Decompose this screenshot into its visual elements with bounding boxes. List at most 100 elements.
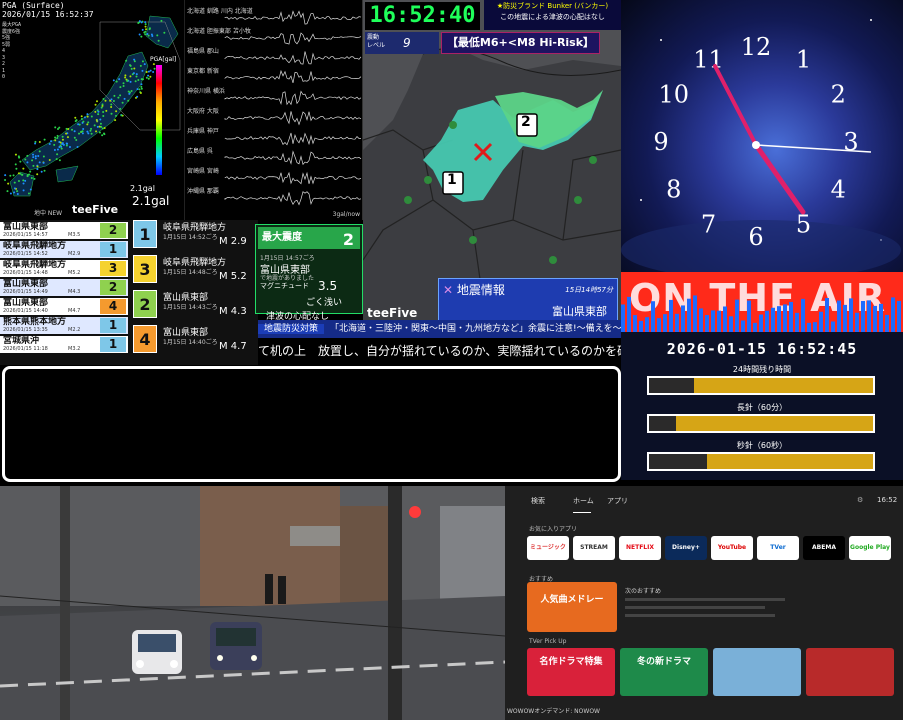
eq-bar bbox=[789, 301, 793, 332]
camera-scene bbox=[0, 486, 505, 720]
eq-bar bbox=[747, 300, 751, 332]
clock-numeral: 10 bbox=[658, 81, 689, 109]
analog-clock: 12 1234567891011 bbox=[621, 19, 901, 272]
quake-mag: M4.7 bbox=[68, 308, 81, 314]
app-tile[interactable]: NETFLIX bbox=[619, 536, 661, 560]
tv-nav-home[interactable]: ホーム bbox=[573, 496, 594, 506]
tver-tile-title: 冬の新ドラマ bbox=[636, 657, 691, 667]
eq-bar bbox=[729, 316, 733, 332]
risk-banner: 【最低M6+<M8 Hi-Risk】 bbox=[441, 32, 600, 54]
magnitude-label: マグニチュード bbox=[260, 282, 309, 290]
bunker-title: ★防災ブランド Bunker (バンカー) bbox=[496, 2, 609, 10]
eq-bar bbox=[807, 322, 811, 332]
app-tile[interactable]: STREAM bbox=[573, 536, 615, 560]
waveform-trace bbox=[224, 69, 362, 84]
app-tile[interactable]: Disney+ bbox=[665, 536, 707, 560]
app-tile[interactable]: TVer bbox=[757, 536, 799, 560]
detail-time: 1月15日 14:52ごろ bbox=[163, 234, 218, 241]
quake-list-panel: 富山県東部 2026/01/15 14:57 M3.5 2 岐阜県飛騨地方 2026/01… bbox=[0, 220, 258, 365]
quake-info-region: 富山県東部 bbox=[552, 305, 607, 318]
max-intensity-header: 最大震度 2 bbox=[258, 227, 360, 249]
desc-line bbox=[625, 606, 765, 609]
quake-info-date: 15日14時57分 bbox=[565, 286, 613, 294]
quake-mag: M3.2 bbox=[68, 346, 81, 352]
tver-tile[interactable]: 冬の新ドラマ bbox=[620, 648, 708, 696]
eq-bar bbox=[837, 300, 841, 332]
detail-badge: 4 bbox=[133, 325, 157, 353]
tv-nav-apps[interactable]: アプリ bbox=[607, 496, 628, 506]
gal-big: 2.1gal bbox=[132, 194, 170, 208]
quake-info-box: ✕ 地震情報 15日14時57分 富山県東部 bbox=[438, 278, 618, 322]
waveform-trace bbox=[224, 150, 362, 166]
tile-featured[interactable]: 人気曲メドレー bbox=[527, 582, 617, 632]
quake-list-row[interactable]: 富山県東部 2026/01/15 14:57 M3.5 2 bbox=[0, 222, 128, 239]
clock-numeral: 12 bbox=[741, 33, 772, 61]
eq-bar bbox=[825, 298, 829, 332]
clock-numeral: 5 bbox=[796, 210, 811, 238]
quake-list-row[interactable]: 岐阜県飛騨地方 2026/01/15 14:48 M5.2 3 bbox=[0, 260, 128, 277]
tv-time: 16:52 bbox=[877, 496, 898, 504]
quake-mag: M2.9 bbox=[68, 251, 81, 257]
desc-line bbox=[625, 598, 785, 601]
station-label: 北海道 胆振東部 苫小牧 bbox=[187, 28, 251, 35]
quake-list-row[interactable]: 富山県東部 2026/01/15 14:49 M4.3 2 bbox=[0, 279, 128, 296]
app-tile[interactable]: YouTube bbox=[711, 536, 753, 560]
waveform-trace bbox=[224, 191, 362, 206]
detail-badge: 1 bbox=[133, 220, 157, 248]
pga-color-scale bbox=[156, 65, 162, 175]
screen: PGA (Surface) 2026/01/15 16:52:37 最大PGA 震… bbox=[0, 0, 903, 720]
quake-list-row[interactable]: 熊本県熊本地方 2026/01/15 13:35 M2.2 1 bbox=[0, 317, 128, 334]
news-ticker: 地震防災対策 「北海道・三陸沖・関東〜中国・九州地方など」余震に注意!〜備えを〜 … bbox=[258, 320, 621, 363]
quake-list-row[interactable]: 宮城県沖 2026/01/15 11:18 M3.2 1 bbox=[0, 336, 128, 353]
quake-time: 2026/01/15 14:57 bbox=[3, 232, 48, 238]
eq-bar bbox=[765, 310, 769, 332]
app-tile[interactable]: ABEMA bbox=[803, 536, 845, 560]
station-label: 大阪府 大阪 bbox=[187, 108, 219, 115]
station-label: 北海道 釧路 川内 北海道 bbox=[187, 8, 253, 15]
quake-time: 2026/01/15 14:49 bbox=[3, 289, 48, 295]
detail-badge: 2 bbox=[133, 290, 157, 318]
eq-bar bbox=[681, 305, 685, 332]
quake-detail-item[interactable]: 3 岐阜県飛騨地方 1月15日 14:48ごろ M 5.2 bbox=[133, 255, 258, 283]
eq-bar bbox=[783, 304, 787, 332]
eq-bar bbox=[687, 298, 691, 332]
quake-detail-item[interactable]: 1 岐阜県飛騨地方 1月15日 14:52ごろ M 2.9 bbox=[133, 220, 258, 248]
app-tile[interactable]: Google Play bbox=[849, 536, 891, 560]
tv-nav: 検索 ホーム アプリ ⚙ 16:52 bbox=[505, 496, 903, 512]
bunker-banner: ★防災ブランド Bunker (バンカー) この地震による津波の心配はなし bbox=[484, 0, 621, 30]
tver-tile[interactable] bbox=[806, 648, 894, 696]
eq-bar bbox=[795, 312, 799, 332]
eq-bar bbox=[693, 295, 697, 332]
hour-hand bbox=[753, 142, 806, 215]
map-brand: teeFive bbox=[72, 203, 119, 216]
minute-hand bbox=[713, 64, 758, 147]
quake-intensity: 3 bbox=[100, 261, 126, 276]
station-label: 福島県 郡山 bbox=[187, 48, 219, 55]
tv-nav-search[interactable]: 検索 bbox=[531, 496, 545, 506]
detail-mag: M 4.3 bbox=[219, 306, 247, 317]
settings-icon[interactable]: ⚙ bbox=[857, 496, 863, 504]
tver-tile[interactable] bbox=[713, 648, 801, 696]
pga-scale-label: PGA[gal] bbox=[150, 56, 177, 63]
eq-bar bbox=[777, 306, 781, 332]
progress-fill bbox=[649, 378, 694, 393]
progress-label: 秒針（60秒） bbox=[736, 441, 788, 450]
app-tile[interactable]: ミュージック bbox=[527, 536, 569, 560]
quake-list-row[interactable]: 富山県東部 2026/01/15 14:40 M4.7 4 bbox=[0, 298, 128, 315]
shake-level-label: 震動 レベル bbox=[367, 34, 386, 49]
quake-detail-item[interactable]: 4 富山県東部 1月15日 14:40ごろ M 4.7 bbox=[133, 325, 258, 353]
eq-bar bbox=[657, 318, 661, 332]
eq-bar bbox=[771, 307, 775, 332]
eq-bar bbox=[843, 304, 847, 332]
eq-bar bbox=[711, 310, 715, 332]
eq-bar bbox=[849, 298, 853, 332]
region-label-1: 1 bbox=[447, 172, 457, 188]
eq-bar bbox=[873, 305, 877, 332]
quake-list-row[interactable]: 岐阜県飛騨地方 2026/01/15 14:52 M2.9 1 bbox=[0, 241, 128, 258]
bunker-subtitle: この地震による津波の心配はなし bbox=[500, 13, 605, 21]
desc-line bbox=[625, 614, 775, 617]
quake-detail-item[interactable]: 2 富山県東部 1月15日 14:43ごろ M 4.3 bbox=[133, 290, 258, 318]
eq-bar bbox=[621, 304, 625, 332]
quake-time: 2026/01/15 14:52 bbox=[3, 251, 48, 257]
tver-tile[interactable]: 名作ドラマ特集 bbox=[527, 648, 615, 696]
